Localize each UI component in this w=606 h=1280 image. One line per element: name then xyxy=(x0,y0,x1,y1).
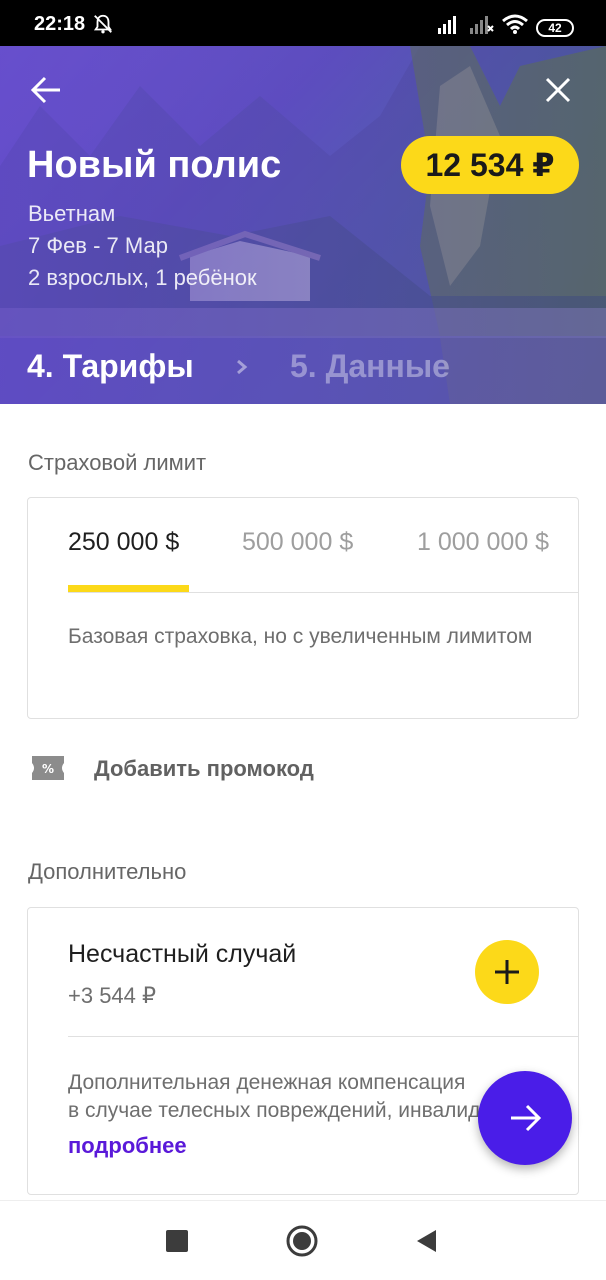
divider xyxy=(68,592,579,593)
limit-description: Базовая страховка, но с увеличенным лими… xyxy=(68,625,533,648)
ticket-percent-icon[interactable]: % xyxy=(30,754,66,782)
extra-price: +3 544 ₽ xyxy=(68,983,157,1008)
add-extra-button[interactable] xyxy=(475,940,539,1004)
limit-card: 250 000 $ 500 000 $ 1 000 000 $ Базовая … xyxy=(27,497,579,719)
close-icon[interactable] xyxy=(540,72,576,108)
total-price-badge: 12 534 ₽ xyxy=(401,136,579,194)
destination-text: Вьетнам xyxy=(28,201,116,226)
travelers-text: 2 взрослых, 1 ребёнок xyxy=(28,265,257,290)
svg-text:%: % xyxy=(42,762,54,776)
chevron-right-icon xyxy=(237,359,248,375)
hero-header: Новый полис 12 534 ₽ Вьетнам 7 Фев - 7 М… xyxy=(0,46,606,404)
divider xyxy=(68,1036,578,1037)
cellular-signal-icon xyxy=(438,16,456,34)
add-promocode-button[interactable]: Добавить промокод xyxy=(94,756,314,782)
limit-option-250000[interactable]: 250 000 $ xyxy=(68,528,179,557)
next-step-button[interactable] xyxy=(478,1071,572,1165)
limit-option-1000000[interactable]: 1 000 000 $ xyxy=(417,528,549,557)
page-title: Новый полис xyxy=(27,144,282,186)
status-bar: 22:18 42 xyxy=(0,0,606,46)
step-next[interactable]: 5. Данные xyxy=(290,348,450,385)
battery-indicator: 42 xyxy=(536,19,574,37)
arrow-left-icon[interactable] xyxy=(28,72,64,108)
limit-section-label: Страховой лимит xyxy=(28,450,207,475)
dates-text: 7 Фев - 7 Мар xyxy=(28,233,168,258)
limit-option-500000[interactable]: 500 000 $ xyxy=(242,528,353,557)
cellular-signal-weak-icon xyxy=(470,16,494,34)
plus-icon xyxy=(495,960,519,984)
extras-section-label: Дополнительно xyxy=(28,859,187,884)
home-button[interactable] xyxy=(286,1225,318,1257)
arrow-right-icon xyxy=(511,1104,542,1132)
extra-title: Несчастный случай xyxy=(68,940,297,968)
wifi-icon xyxy=(502,14,528,34)
status-time: 22:18 xyxy=(34,13,86,35)
bell-off-icon xyxy=(93,14,113,34)
step-current: 4. Тарифы xyxy=(27,348,194,384)
recents-button[interactable] xyxy=(166,1230,188,1252)
system-nav-bar xyxy=(0,1200,606,1280)
more-link[interactable]: подробнее xyxy=(68,1133,187,1159)
limit-selected-indicator xyxy=(68,585,189,592)
system-back-button[interactable] xyxy=(414,1228,438,1254)
